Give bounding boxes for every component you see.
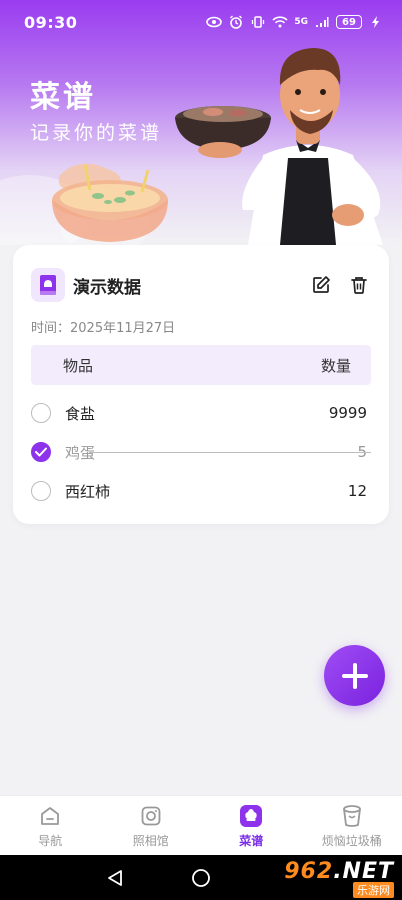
plus-icon [341,662,368,689]
charging-icon [368,15,384,29]
watermark-main-a: 962 [284,858,334,884]
item-quantity: 9999 [328,404,367,422]
eye-icon [206,15,223,29]
network-label: 5G [294,17,308,27]
chef-hat-icon [238,803,264,829]
home-icon [37,803,63,829]
soup-bowl-illustration [52,163,168,242]
nav-label: 烦恼垃圾桶 [321,833,382,848]
chef-illustration [175,48,383,245]
recipe-date: 时间：2025年11月27日 [31,321,176,336]
wifi-icon [272,15,288,29]
alarm-icon [228,15,244,29]
item-checkbox[interactable] [31,403,51,423]
delete-icon[interactable] [347,273,371,297]
vibrate-icon [250,15,266,29]
camera-icon [138,803,164,829]
table-header: 物品 数量 [31,345,371,385]
watermark-logo: 962.NET 乐游网 [262,857,400,899]
nav-item-camera[interactable]: 照相馆 [101,796,202,855]
strikethrough-line [89,452,371,453]
column-header-item: 物品 [63,356,94,375]
hero-title: 菜谱 [30,80,96,115]
recipe-title: 演示数据 [73,277,141,298]
trash-bin-icon [339,803,365,829]
hero-subtitle: 记录你的菜谱 [30,122,163,144]
nav-label: 导航 [38,833,63,848]
edit-icon[interactable] [309,273,333,297]
bottom-nav: 导航 照相馆 菜谱 烦恼垃圾桶 [0,795,402,855]
item-name: 西红柿 [65,482,111,501]
check-icon [35,447,47,457]
nav-item-trash[interactable]: 烦恼垃圾桶 [302,796,402,855]
nav-item-recipes[interactable]: 菜谱 [201,796,302,855]
status-icons: 5G 69 [206,15,384,29]
list-item[interactable]: 西红柿 12 [31,473,371,509]
header-banner: 09:30 5G 69 菜谱 记录你的菜谱 [0,0,402,245]
list-item[interactable]: 食盐 9999 [31,395,371,431]
column-header-quantity: 数量 [320,356,351,375]
recipe-book-icon [31,268,65,302]
recipe-card-header: 演示数据 [31,267,371,303]
watermark-main-b: .NET [333,858,394,884]
item-quantity: 12 [347,482,367,500]
status-time: 09:30 [24,12,78,32]
home-circle-icon[interactable] [190,867,212,889]
nav-item-home[interactable]: 导航 [0,796,101,855]
back-icon[interactable] [104,867,126,889]
status-bar: 09:30 5G 69 [0,0,402,44]
recipe-card: 演示数据 时间：2025年11月27日 物品 数量 食盐 9999 鸡蛋 5 西… [13,245,389,524]
list-item[interactable]: 鸡蛋 5 [31,434,371,470]
nav-label: 照相馆 [132,833,169,848]
item-checkbox-checked[interactable] [31,442,51,462]
watermark-sub: 乐游网 [353,881,394,898]
add-recipe-button[interactable] [324,645,385,706]
item-name: 食盐 [65,404,96,423]
battery-indicator: 69 [336,15,362,29]
nav-label: 菜谱 [239,833,264,848]
item-checkbox[interactable] [31,481,51,501]
signal-icon [314,15,330,29]
